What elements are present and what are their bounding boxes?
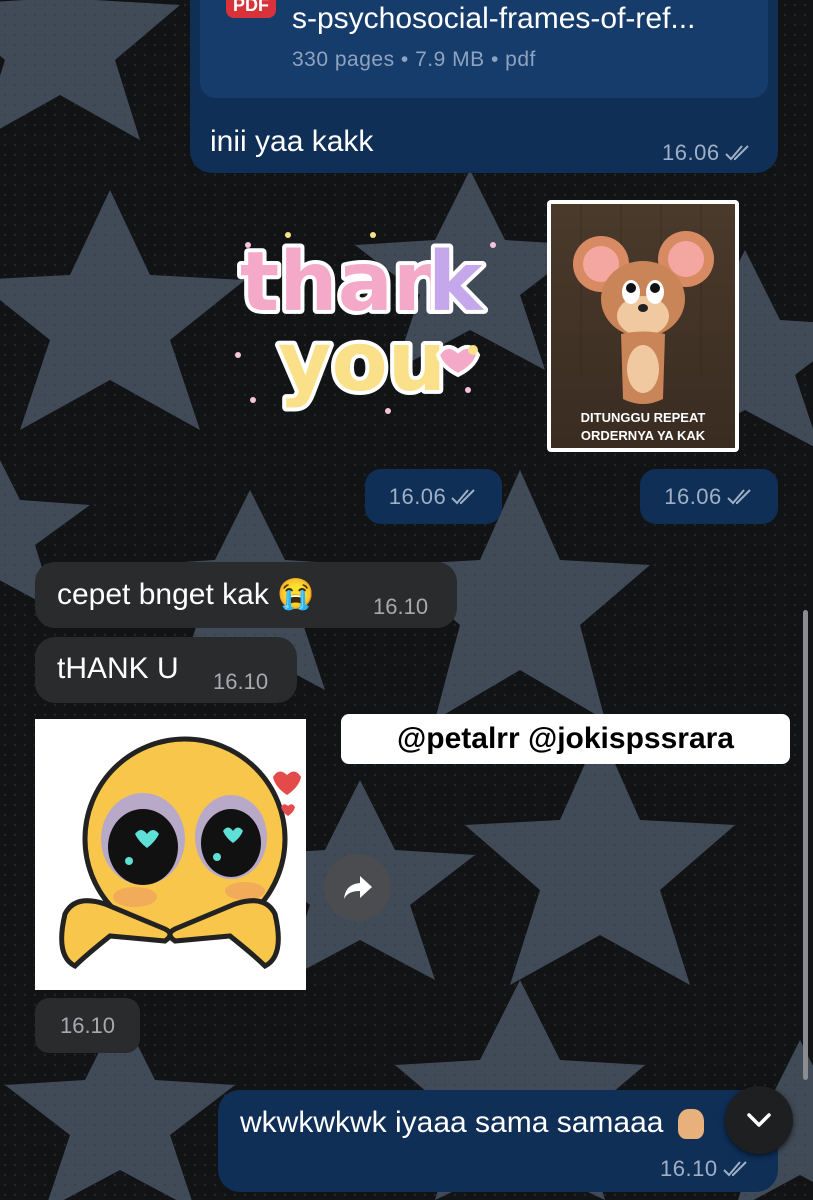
face-illustration bbox=[59, 736, 301, 970]
message-text-content: wkwkwkwk iyaaa sama samaaa bbox=[240, 1106, 664, 1139]
double-check-icon bbox=[450, 488, 478, 506]
incoming-message[interactable]: cepet bnget kak 😭 16.10 bbox=[35, 562, 457, 628]
cute-face-sticker[interactable] bbox=[35, 719, 306, 990]
sticker-time-pill: 16.10 bbox=[35, 998, 140, 1053]
message-text: wkwkwkwk iyaaa sama samaaa bbox=[240, 1106, 704, 1140]
forward-button[interactable] bbox=[324, 854, 391, 921]
incoming-message[interactable]: tHANK U 16.10 bbox=[35, 637, 297, 703]
outgoing-document-message[interactable]: PDF s-psychosocial-frames-of-ref... 330 … bbox=[190, 0, 778, 173]
document-meta: 330 pages • 7.9 MB • pdf bbox=[292, 48, 536, 71]
thank-you-sticker[interactable]: than k you bbox=[228, 215, 508, 425]
jerry-sticker[interactable]: DITUNGGU REPEAT ORDERNYA YA KAK bbox=[547, 200, 739, 452]
jerry-caption-line-1: DITUNGGU REPEAT bbox=[580, 410, 706, 425]
double-check-icon bbox=[722, 1160, 750, 1178]
pdf-badge-label: PDF bbox=[233, 0, 269, 15]
sticker-time-pill: 16.06 bbox=[365, 469, 502, 524]
outgoing-message[interactable]: wkwkwkwk iyaaa sama samaaa 16.10 bbox=[218, 1090, 778, 1192]
message-time: 16.10 bbox=[373, 594, 429, 619]
double-check-icon bbox=[726, 488, 754, 506]
document-card[interactable]: PDF s-psychosocial-frames-of-ref... 330 … bbox=[200, 0, 768, 98]
double-check-icon bbox=[724, 144, 752, 162]
message-text: tHANK U bbox=[57, 652, 179, 685]
time-label: 16.10 bbox=[59, 1012, 116, 1038]
watermark-label: @petalrr @jokispssrara bbox=[341, 714, 790, 764]
message-time: 16.06 bbox=[662, 140, 752, 166]
jerry-caption-line-2: ORDERNYA YA KAK bbox=[580, 428, 706, 443]
pdf-file-icon: PDF bbox=[226, 0, 276, 18]
message-time: 16.10 bbox=[660, 1156, 750, 1182]
chevron-down-icon bbox=[747, 1113, 771, 1127]
sticker-word-you: you bbox=[278, 315, 446, 410]
time-label: 16.06 bbox=[662, 140, 720, 165]
watermark-text: @petalrr @jokispssrara bbox=[397, 722, 734, 755]
emoji-hand-icon bbox=[677, 1109, 704, 1140]
message-text: cepet bnget kak 😭 bbox=[57, 578, 315, 611]
message-time: 16.10 bbox=[213, 669, 269, 694]
scrollbar-thumb[interactable] bbox=[803, 610, 808, 1080]
forward-icon bbox=[343, 875, 372, 899]
scroll-to-bottom-button[interactable] bbox=[725, 1086, 793, 1154]
document-filename: s-psychosocial-frames-of-ref... bbox=[292, 2, 696, 35]
time-label: 16.10 bbox=[660, 1156, 718, 1181]
time-label: 16.06 bbox=[388, 483, 447, 509]
time-label: 16.06 bbox=[664, 483, 722, 509]
message-text: inii yaa kakk bbox=[210, 125, 374, 158]
sticker-time-pill: 16.06 bbox=[640, 469, 778, 524]
